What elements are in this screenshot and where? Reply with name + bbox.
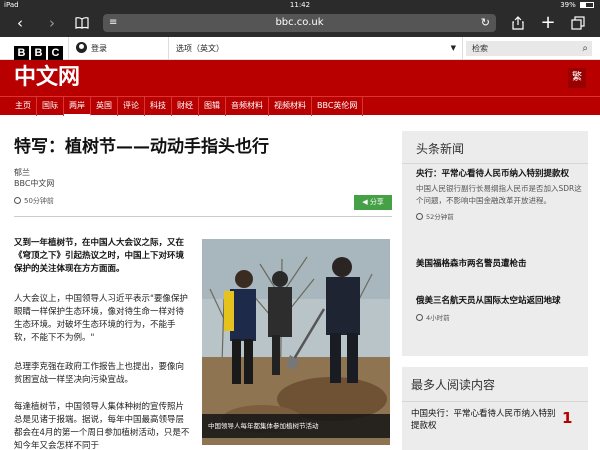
divider <box>168 37 169 60</box>
divider <box>402 401 588 402</box>
options-dropdown[interactable]: 选项（英文） ▼ <box>176 42 456 55</box>
logo-letter: B <box>31 46 46 61</box>
bbc-top-bar: BBC 登录 选项（英文） ▼ 检索 ⌕ <box>0 37 600 61</box>
nav-item[interactable]: BBC英伦网 <box>312 97 364 116</box>
article-lead: 又到一年植树节，在中国人大会议之际，又在《穹顶之下》引起热议之时，中国上下对环境… <box>14 238 185 274</box>
logo-letter: B <box>14 46 29 61</box>
headline-item[interactable]: 央行：平常心看待人民币纳入特别提款权 中国人民银行副行长易纲指人民币是否加入SD… <box>416 168 584 222</box>
user-icon <box>76 42 87 53</box>
new-tab-icon[interactable]: + <box>538 14 558 32</box>
traditional-chinese-toggle[interactable]: 繁 <box>568 68 586 88</box>
most-read-rank: 1 <box>562 409 573 427</box>
divider <box>462 37 463 60</box>
battery-indicator: 39% <box>560 0 594 10</box>
time-label: 50分钟前 <box>24 197 54 205</box>
headline-title[interactable]: 央行：平常心看待人民币纳入特别提款权 <box>416 168 584 181</box>
clock-icon <box>416 314 423 321</box>
time-label: 52分钟前 <box>426 213 454 221</box>
headline-summary: 中国人民银行副行长易纲指人民币是否加入SDR这个问题，不影响中国金融改革开放进程… <box>416 184 582 205</box>
share-button[interactable]: ◀ 分享 <box>354 195 392 210</box>
reader-icon[interactable]: ≡ <box>109 14 117 32</box>
bbc-logo[interactable]: BBC <box>14 41 65 61</box>
site-header: 中文网 繁 <box>0 60 600 96</box>
nav-item[interactable]: 主页 <box>10 97 37 116</box>
photo-caption: 中国领导人每年都集体参加植树节活动 <box>202 414 390 438</box>
nav-item[interactable]: 财经 <box>172 97 199 116</box>
nav-item[interactable]: 两岸 <box>64 97 91 116</box>
nav-item[interactable]: 视频材料 <box>269 97 312 116</box>
divider <box>402 163 588 164</box>
article-time: 50分钟前 <box>14 196 54 206</box>
headline-item[interactable]: 美国福格森市两名警员遭枪击 <box>416 258 584 271</box>
browser-toolbar: ‹ › ≡ bbc.co.uk ↻ + <box>0 10 600 37</box>
article-source: BBC中文网 <box>14 179 55 188</box>
share-label: 分享 <box>369 198 384 206</box>
clock-time: 11:42 <box>289 1 311 9</box>
back-icon[interactable]: ‹ <box>10 14 30 32</box>
reload-icon[interactable]: ↻ <box>481 14 490 32</box>
chevron-down-icon: ▼ <box>450 44 456 52</box>
search-placeholder: 检索 <box>472 44 488 53</box>
nav-item[interactable]: 音频材料 <box>226 97 269 116</box>
logo-letter: C <box>48 46 63 61</box>
article-divider <box>14 216 392 217</box>
clock-icon <box>14 197 21 204</box>
divider <box>68 37 69 60</box>
nav-item[interactable]: 科技 <box>145 97 172 116</box>
status-bar: iPad 11:42 39% <box>0 0 600 10</box>
nav-item[interactable]: 国际 <box>37 97 64 116</box>
headline-title[interactable]: 美国福格森市两名警员遭枪击 <box>416 258 584 271</box>
article-paragraph: 每逢植树节，中国领导人集体种树的宣传照片总是见诸于报端。据说，每年中国最高领导层… <box>14 402 190 450</box>
article-paragraph: 总理李克强在政府工作报告上也提出，要像向贫困宣战一样坚决向污染宣战。 <box>14 362 185 385</box>
clock-icon <box>416 213 423 220</box>
search-input[interactable]: 检索 ⌕ <box>466 41 592 56</box>
article-paragraph: 人大会议上，中国领导人习近平表示"要像保护眼睛一样保护生态环境，像对待生命一样对… <box>14 294 188 343</box>
login-label: 登录 <box>91 44 107 53</box>
headline-title[interactable]: 俄美三名航天员从国际太空站返回地球 <box>416 295 584 308</box>
battery-icon <box>580 2 594 8</box>
site-title[interactable]: 中文网 <box>14 64 80 92</box>
url-text: bbc.co.uk <box>275 17 324 28</box>
most-read-heading: 最多人阅读内容 <box>411 378 496 392</box>
search-icon[interactable]: ⌕ <box>582 41 588 56</box>
nav-item[interactable]: 英国 <box>91 97 118 116</box>
options-label: 选项（英文） <box>176 44 224 53</box>
share-icon[interactable] <box>508 14 528 34</box>
headline-item[interactable]: 俄美三名航天员从国际太空站返回地球 4小时前 <box>416 295 584 323</box>
headlines-panel: 头条新闻 央行：平常心看待人民币纳入特别提款权 中国人民银行副行长易纲指人民币是… <box>402 131 588 356</box>
tabs-icon[interactable] <box>568 14 588 34</box>
most-read-panel: 最多人阅读内容 中国央行：平常心看待人民币纳入特别提款权 1 <box>402 367 588 450</box>
login-link[interactable]: 登录 <box>76 42 107 55</box>
headline-time: 4小时前 <box>416 313 584 323</box>
address-bar[interactable]: ≡ bbc.co.uk ↻ <box>103 14 496 32</box>
time-label: 4小时前 <box>426 314 450 322</box>
nav-item[interactable]: 图辑 <box>199 97 226 116</box>
section-nav: 主页 国际 两岸 英国 评论 科技 财经 图辑 音频材料 视频材料 BBC英伦网 <box>0 96 600 116</box>
forward-icon[interactable]: › <box>42 14 62 32</box>
nav-item[interactable]: 评论 <box>118 97 145 116</box>
battery-percent: 39% <box>560 1 576 9</box>
share-icon: ◀ <box>362 198 368 206</box>
bookmarks-icon[interactable] <box>72 14 92 33</box>
headlines-heading: 头条新闻 <box>416 142 465 156</box>
article-author: 郁兰 <box>14 168 30 177</box>
article-title: 特写：植树节——动动手指头也行 <box>14 137 269 157</box>
most-read-item[interactable]: 中国央行：平常心看待人民币纳入特别提款权 <box>411 408 556 432</box>
headline-time: 52分钟前 <box>416 212 584 222</box>
